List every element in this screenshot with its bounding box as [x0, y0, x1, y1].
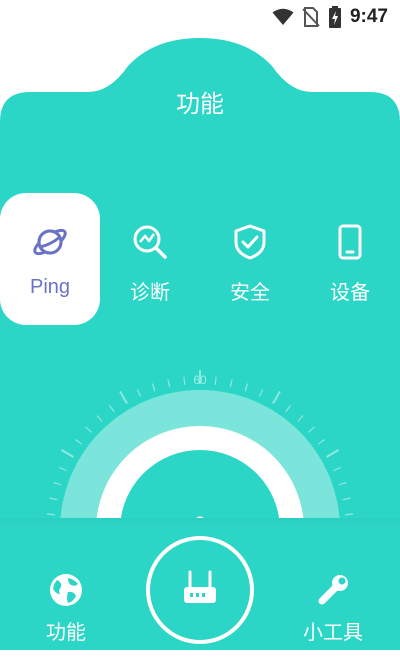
gauge-tick	[244, 383, 249, 392]
gauge-tick	[167, 379, 171, 388]
nav-tools-label: 小工具	[303, 620, 363, 644]
gauge-tick	[46, 513, 55, 516]
gauge-tick	[338, 481, 347, 486]
shield-check-icon	[234, 224, 266, 260]
tab-device[interactable]: 设备	[300, 193, 400, 325]
bottom-navigation: 功能 小工具	[0, 518, 400, 668]
gauge-tick	[333, 466, 341, 472]
tab-security[interactable]: 安全	[200, 193, 300, 325]
feature-tabs: Ping 诊断 安全 设备	[0, 193, 400, 325]
gauge-tick	[96, 415, 103, 422]
gauge-tick	[53, 481, 62, 486]
planet-icon	[33, 228, 67, 256]
wifi-icon	[272, 8, 294, 25]
router-center-button[interactable]	[146, 536, 254, 644]
gauge-tick	[345, 513, 354, 516]
gauge-tick	[214, 376, 217, 385]
gauge-tick	[60, 449, 75, 458]
globe-icon	[50, 574, 82, 606]
battery-charging-icon	[328, 6, 341, 28]
gauge-tick	[136, 389, 142, 397]
gauge-tick	[151, 383, 156, 392]
tab-security-label: 安全	[230, 280, 270, 304]
gauge-tick	[183, 376, 186, 385]
gauge-tick	[119, 390, 128, 405]
gauge-tick	[272, 390, 281, 405]
speed-gauge: 60 0	[40, 370, 360, 530]
tab-device-label: 设备	[330, 280, 370, 304]
gauge-tick	[297, 415, 304, 422]
status-bar: 9:47	[0, 0, 400, 34]
tab-diagnose[interactable]: 诊断	[100, 193, 200, 325]
status-time: 9:47	[349, 6, 388, 27]
tab-diagnose-label: 诊断	[130, 280, 170, 304]
gauge-tick	[229, 379, 233, 388]
gauge-tick	[85, 426, 92, 433]
nav-active-indicator	[54, 664, 78, 668]
no-sim-icon	[302, 7, 320, 27]
gauge-scale-label: 60	[193, 373, 207, 387]
gauge-tick	[325, 449, 340, 458]
gauge-tick	[59, 466, 67, 472]
tab-ping-label: Ping	[29, 276, 71, 298]
gauge-tick	[108, 405, 115, 413]
gauge-tick	[342, 497, 351, 501]
gauge-tick	[49, 497, 58, 501]
diagnose-search-icon	[133, 225, 167, 259]
tab-ping[interactable]: Ping	[0, 193, 100, 325]
gauge-tick	[258, 389, 264, 397]
gauge-tick	[317, 438, 325, 445]
gauge-tick	[308, 426, 315, 433]
page-title: 功能	[176, 90, 224, 118]
gauge-tick	[285, 405, 292, 413]
gauge-tick	[75, 438, 83, 445]
phone-device-icon	[338, 224, 362, 260]
router-icon	[184, 570, 216, 603]
wrench-icon	[318, 574, 348, 605]
nav-features-label: 功能	[46, 620, 86, 644]
